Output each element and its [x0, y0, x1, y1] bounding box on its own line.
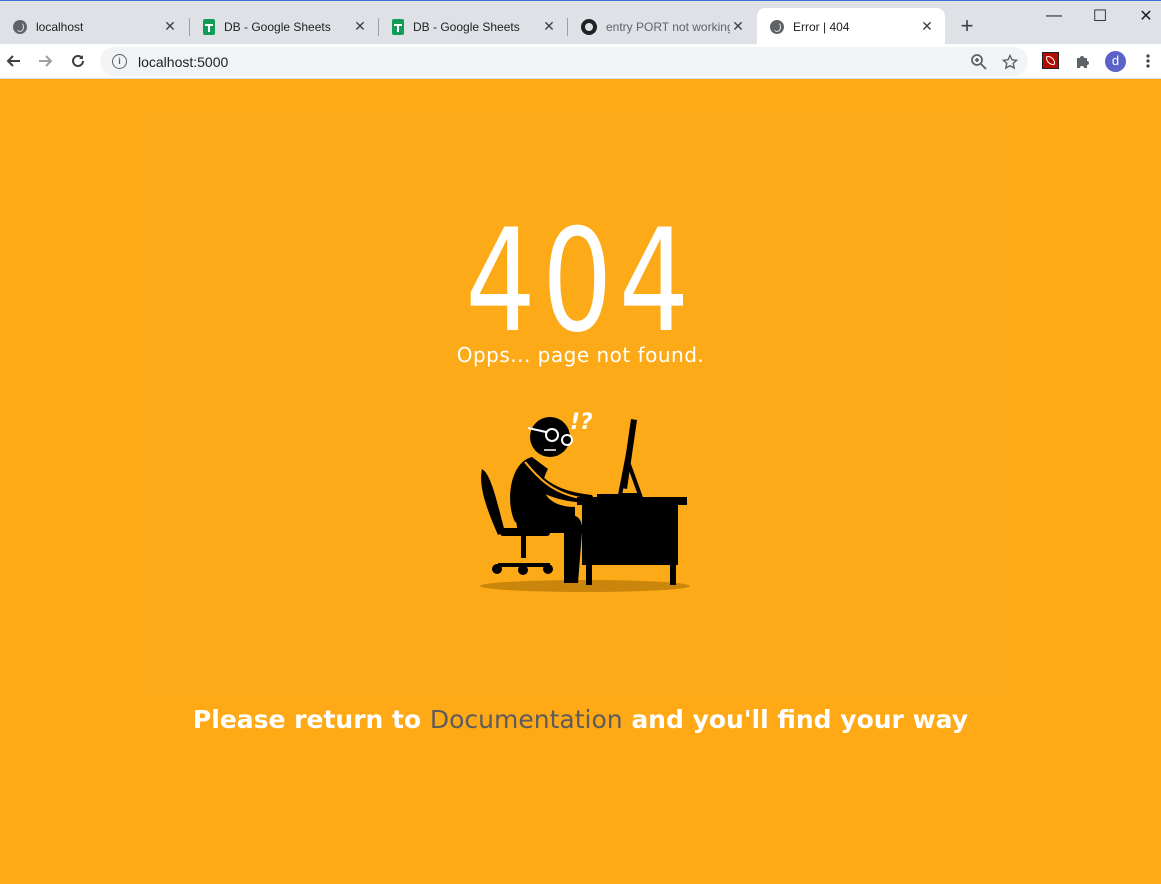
extensions-button[interactable] [1072, 50, 1094, 72]
close-icon[interactable]: ✕ [541, 18, 557, 35]
tab-error-404[interactable]: Error | 404 ✕ [757, 8, 945, 45]
tab-title: DB - Google Sheets [413, 19, 520, 34]
close-icon[interactable]: ✕ [162, 18, 178, 35]
tab-strip: localhost ✕ DB - Google Sheets ✕ DB - Go… [0, 0, 1161, 45]
adobe-pdf-extension-icon[interactable] [1042, 52, 1059, 69]
tab-github-issue[interactable]: entry PORT not working ✕ [568, 8, 756, 45]
address-bar[interactable]: i localhost:5000 [100, 47, 1028, 76]
reload-icon [72, 54, 84, 67]
page-content: 404 Opps... page not found. !? Please re… [0, 79, 1161, 884]
tab-title: DB - Google Sheets [224, 19, 331, 34]
error-subtitle: Opps... page not found. [456, 343, 705, 367]
close-window-button[interactable]: ✕ [1131, 5, 1161, 27]
return-message: Please return to Documentation and you'l… [0, 705, 1161, 734]
exclamation-question-text: !? [570, 410, 593, 435]
arrow-left-icon [6, 55, 20, 67]
menu-button[interactable] [1137, 50, 1159, 72]
github-icon [581, 18, 597, 35]
globe-icon [13, 19, 27, 34]
forward-button[interactable] [34, 50, 56, 72]
message-prefix: Please return to [192, 705, 430, 734]
tab-db-sheets-1[interactable]: DB - Google Sheets ✕ [190, 8, 378, 45]
tab-title: localhost [36, 19, 84, 34]
sheets-icon [392, 18, 404, 35]
error-code: 404 [465, 199, 696, 364]
profile-avatar[interactable]: d [1105, 51, 1126, 72]
zoom-icon[interactable] [970, 53, 988, 71]
close-icon[interactable]: ✕ [352, 18, 368, 35]
tab-localhost[interactable]: localhost ✕ [0, 8, 188, 45]
close-icon[interactable]: ✕ [730, 18, 746, 35]
close-icon[interactable]: ✕ [919, 18, 935, 35]
confused-person-at-computer-illustration: !? [480, 410, 690, 592]
minimize-button[interactable]: — [1039, 5, 1069, 27]
url-text[interactable]: localhost:5000 [138, 54, 228, 70]
tab-title: entry PORT not working [606, 19, 730, 34]
documentation-link[interactable]: Documentation [430, 705, 623, 734]
new-tab-button[interactable]: + [955, 15, 979, 39]
info-icon[interactable]: i [112, 54, 127, 69]
message-suffix: and you'll find your way [622, 705, 969, 734]
puzzle-icon [1077, 56, 1089, 68]
tab-db-sheets-2[interactable]: DB - Google Sheets ✕ [379, 8, 567, 45]
browser-toolbar: i localhost:5000 d [0, 44, 1161, 79]
sheets-icon [203, 18, 215, 35]
tab-title: Error | 404 [793, 19, 850, 34]
back-button[interactable] [3, 50, 25, 72]
maximize-button[interactable]: ☐ [1085, 5, 1115, 27]
arrow-right-icon [39, 55, 53, 67]
globe-icon [770, 19, 784, 34]
kebab-menu-icon [1146, 54, 1150, 68]
reload-button[interactable] [67, 50, 89, 72]
bookmark-star-icon[interactable] [1002, 53, 1018, 70]
